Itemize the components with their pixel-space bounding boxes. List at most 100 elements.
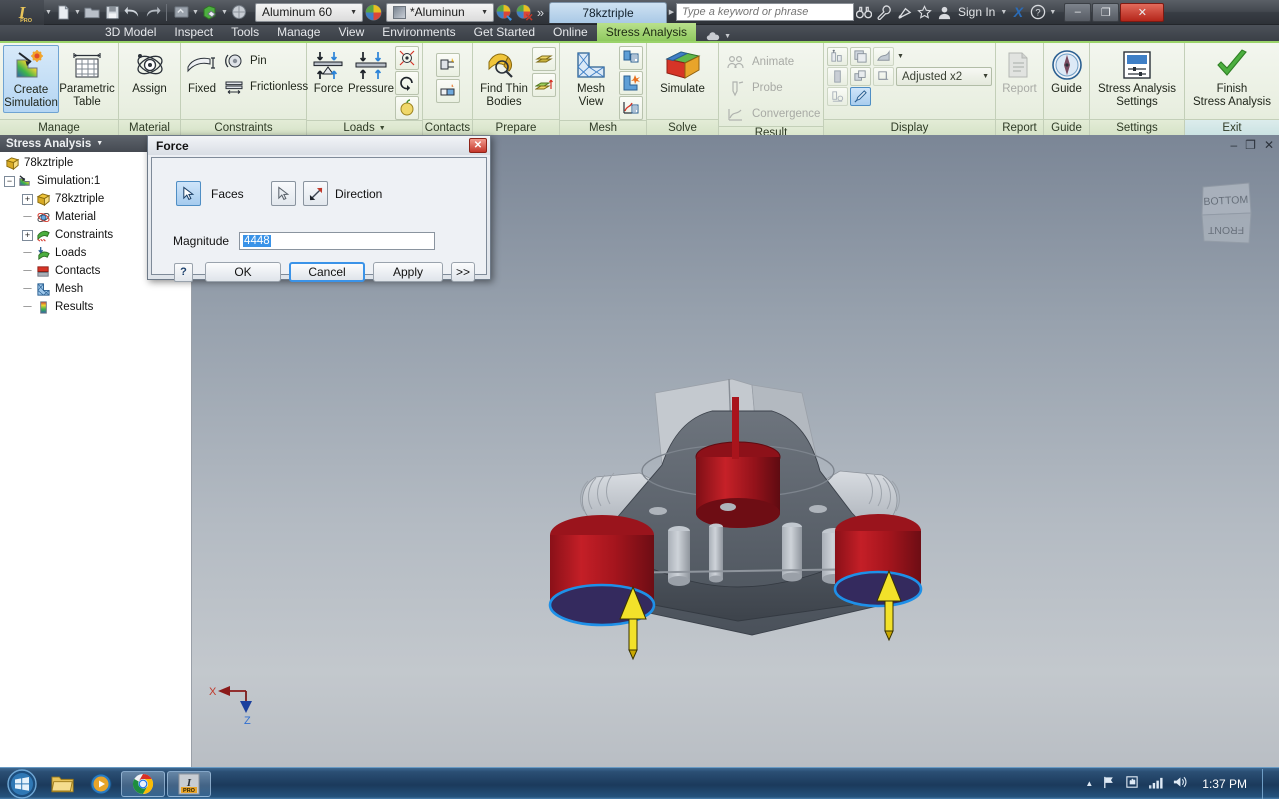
- star-icon[interactable]: [914, 2, 934, 22]
- more-options-button[interactable]: >>: [451, 262, 475, 282]
- tree-expander-plus[interactable]: +: [22, 193, 33, 205]
- automatic-contacts-icon[interactable]: [435, 53, 460, 77]
- tab-environments[interactable]: Environments: [373, 23, 464, 41]
- network-hand-icon[interactable]: [1125, 775, 1139, 792]
- frictionless-constraint-button[interactable]: Frictionless: [220, 75, 308, 99]
- assign-material-button[interactable]: Assign: [122, 45, 177, 98]
- pressure-load-button[interactable]: Pressure: [347, 45, 395, 98]
- tree-expander-plus[interactable]: +: [22, 229, 33, 241]
- select-sphere-icon[interactable]: [229, 2, 249, 22]
- ribbon-overflow-cloud-icon[interactable]: ▼: [696, 32, 731, 41]
- volume-speaker-icon[interactable]: [1172, 775, 1187, 792]
- sign-in-dropdown-icon[interactable]: ▼: [999, 2, 1008, 22]
- reaction-force-icon[interactable]: [827, 87, 848, 106]
- window-minimize-button[interactable]: –: [1064, 2, 1092, 22]
- ok-button[interactable]: OK: [205, 262, 281, 282]
- guide-button[interactable]: Guide: [1047, 45, 1086, 98]
- simulate-button[interactable]: Simulate: [650, 45, 715, 98]
- panel-title-loads[interactable]: Loads ▼: [307, 120, 422, 135]
- boundary-conditions-icon[interactable]: [850, 47, 871, 66]
- force-dialog-close-button[interactable]: ✕: [469, 138, 487, 153]
- update-icon[interactable]: [171, 2, 191, 22]
- wrench-icon[interactable]: [874, 2, 894, 22]
- save-file-icon[interactable]: [102, 2, 122, 22]
- probe-labels-icon[interactable]: [850, 67, 871, 86]
- bearing-load-icon[interactable]: [395, 46, 419, 70]
- document-tab-next-icon[interactable]: ▶: [667, 2, 676, 22]
- max-min-values-icon[interactable]: [827, 47, 848, 66]
- gravity-load-icon[interactable]: [395, 96, 419, 120]
- satellite-dish-icon[interactable]: [894, 2, 914, 22]
- appearance-combo[interactable]: *Aluminun ▼: [386, 2, 494, 22]
- qat-overflow-icon[interactable]: »: [534, 2, 547, 22]
- doc-restore-button[interactable]: ❐: [1245, 138, 1256, 152]
- tree-node-results[interactable]: ─ Results: [0, 298, 191, 316]
- force-dialog[interactable]: Force ✕ Faces Direction Magnitude 4448 ?…: [147, 135, 491, 282]
- stress-analysis-settings-button[interactable]: Stress Analysis Settings: [1093, 45, 1181, 111]
- tab-manage[interactable]: Manage: [268, 23, 329, 41]
- taskbar-autodesk-inventor[interactable]: I PRO: [167, 770, 211, 797]
- show-desktop-button[interactable]: [1262, 768, 1273, 799]
- cancel-button[interactable]: Cancel: [289, 262, 365, 282]
- network-signal-icon[interactable]: [1148, 776, 1163, 792]
- mesh-view-button[interactable]: Mesh View: [563, 45, 619, 111]
- windows-start-orb[interactable]: [0, 768, 44, 799]
- magnitude-input[interactable]: 4448: [239, 232, 436, 250]
- doc-close-button[interactable]: ✕: [1264, 138, 1274, 152]
- clock-time[interactable]: 1:37 PM: [1196, 777, 1253, 791]
- faces-select-button[interactable]: [176, 181, 201, 206]
- create-simulation-button[interactable]: Create Simulation: [3, 45, 59, 114]
- taskbar-media-player[interactable]: [83, 771, 119, 797]
- offset-surface-icon[interactable]: [532, 73, 556, 97]
- fixed-constraint-button[interactable]: Fixed: [184, 45, 220, 98]
- pin-constraint-button[interactable]: Pin: [220, 49, 308, 73]
- app-menu-dropdown-icon[interactable]: ▼: [44, 2, 53, 22]
- manual-contact-icon[interactable]: [435, 79, 460, 103]
- moment-load-icon[interactable]: [395, 71, 419, 95]
- chevron-down-icon[interactable]: ▼: [896, 53, 904, 60]
- clear-appearance-icon[interactable]: [514, 2, 534, 22]
- new-file-icon[interactable]: [53, 2, 73, 22]
- color-bar-icon[interactable]: [827, 67, 848, 86]
- material-combo[interactable]: Aluminum 60 ▼: [255, 2, 363, 22]
- window-close-button[interactable]: ✕: [1120, 2, 1165, 22]
- show-hidden-icons-arrow[interactable]: ▲: [1085, 779, 1093, 788]
- doc-minimize-button[interactable]: –: [1230, 138, 1237, 152]
- parametric-table-button[interactable]: Parametric Table: [59, 45, 115, 111]
- material-browser-icon[interactable]: [363, 2, 383, 22]
- convergence-settings-icon[interactable]: [619, 96, 643, 120]
- direction-select-button[interactable]: [271, 181, 296, 206]
- adjust-displacement-combo[interactable]: Adjusted x2 ▼: [896, 67, 992, 86]
- tree-expander-minus[interactable]: −: [4, 175, 15, 187]
- force-load-button[interactable]: Force: [310, 45, 347, 98]
- user-account-icon[interactable]: [934, 2, 954, 22]
- autodesk-x-icon[interactable]: X: [1008, 2, 1028, 22]
- binoculars-icon[interactable]: [854, 2, 874, 22]
- help-question-icon[interactable]: ?: [1028, 2, 1048, 22]
- tab-get-started[interactable]: Get Started: [465, 23, 544, 41]
- new-file-dropdown-icon[interactable]: ▼: [73, 2, 82, 22]
- search-box[interactable]: [676, 3, 854, 21]
- help-dropdown-icon[interactable]: ▼: [1048, 2, 1057, 22]
- finish-stress-analysis-button[interactable]: Finish Stress Analysis: [1188, 45, 1276, 111]
- search-input[interactable]: [682, 6, 853, 18]
- open-file-icon[interactable]: [82, 2, 102, 22]
- mesh-settings-icon[interactable]: [619, 46, 643, 70]
- taskbar-windows-explorer[interactable]: [45, 771, 81, 797]
- find-thin-bodies-button[interactable]: Find Thin Bodies: [476, 45, 532, 111]
- shaded-contour-icon[interactable]: [873, 47, 894, 66]
- material-box-icon[interactable]: [200, 2, 220, 22]
- action-center-flag-icon[interactable]: [1102, 775, 1116, 792]
- window-restore-button[interactable]: ❐: [1092, 2, 1120, 22]
- tab-inspect[interactable]: Inspect: [165, 23, 222, 41]
- tab-stress-analysis[interactable]: Stress Analysis: [596, 23, 697, 41]
- brush-icon[interactable]: [850, 87, 871, 106]
- direction-flip-button[interactable]: [303, 181, 328, 206]
- tab-online[interactable]: Online: [544, 23, 597, 41]
- display-mesh-icon[interactable]: [873, 67, 894, 86]
- undo-arrow-icon[interactable]: [122, 2, 142, 22]
- tab-view[interactable]: View: [329, 23, 373, 41]
- tab-tools[interactable]: Tools: [222, 23, 268, 41]
- appearance-browser-icon[interactable]: [494, 2, 514, 22]
- document-tab[interactable]: 78kztriple: [549, 1, 667, 23]
